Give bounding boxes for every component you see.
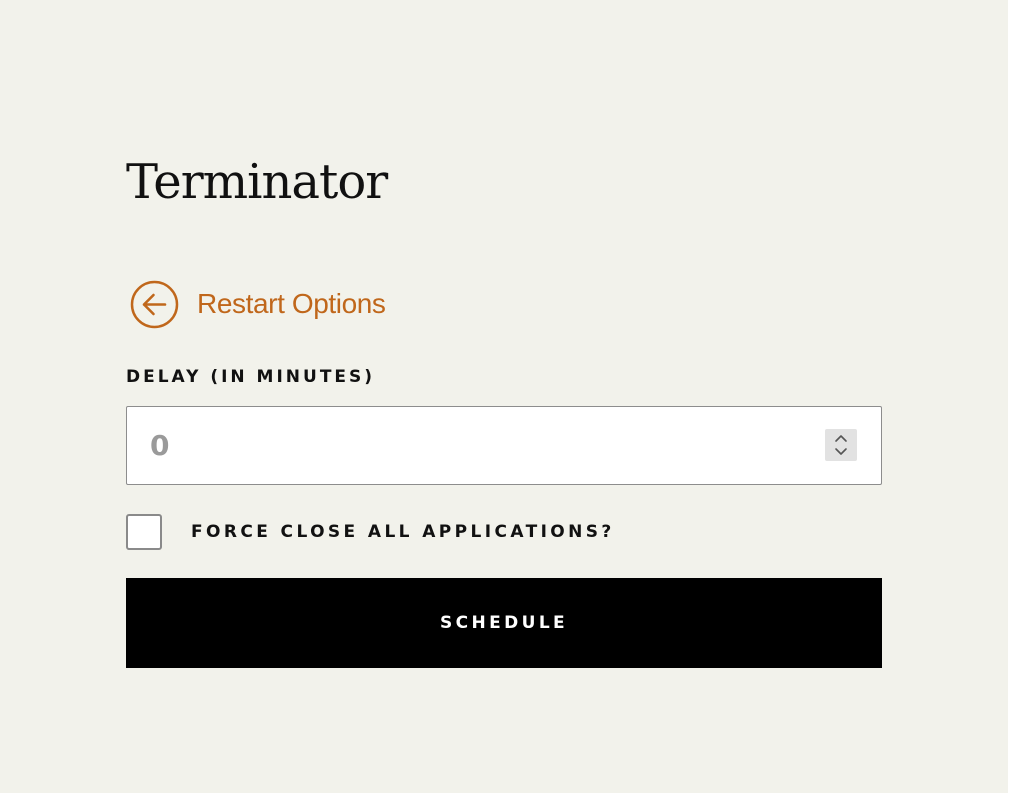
delay-stepper[interactable] (825, 429, 857, 461)
bottom-edge-strip (0, 793, 1018, 801)
force-close-checkbox[interactable] (126, 514, 162, 550)
delay-input-value: 0 (150, 429, 170, 462)
arrow-left-circle-icon (130, 280, 179, 328)
restart-options-label: Restart Options (197, 288, 386, 319)
delay-input[interactable]: 0 (126, 406, 882, 485)
app-title: Terminator (126, 154, 388, 210)
restart-options-back-link[interactable]: Restart Options (130, 279, 386, 329)
force-close-label[interactable]: FORCE CLOSE ALL APPLICATIONS? (191, 522, 615, 542)
force-close-row: FORCE CLOSE ALL APPLICATIONS? (126, 514, 615, 550)
delay-field-label: DELAY (IN MINUTES) (126, 367, 376, 387)
schedule-button[interactable]: SCHEDULE (126, 578, 882, 668)
right-edge-strip (1008, 0, 1018, 801)
stepper-chevrons-icon (835, 435, 847, 455)
